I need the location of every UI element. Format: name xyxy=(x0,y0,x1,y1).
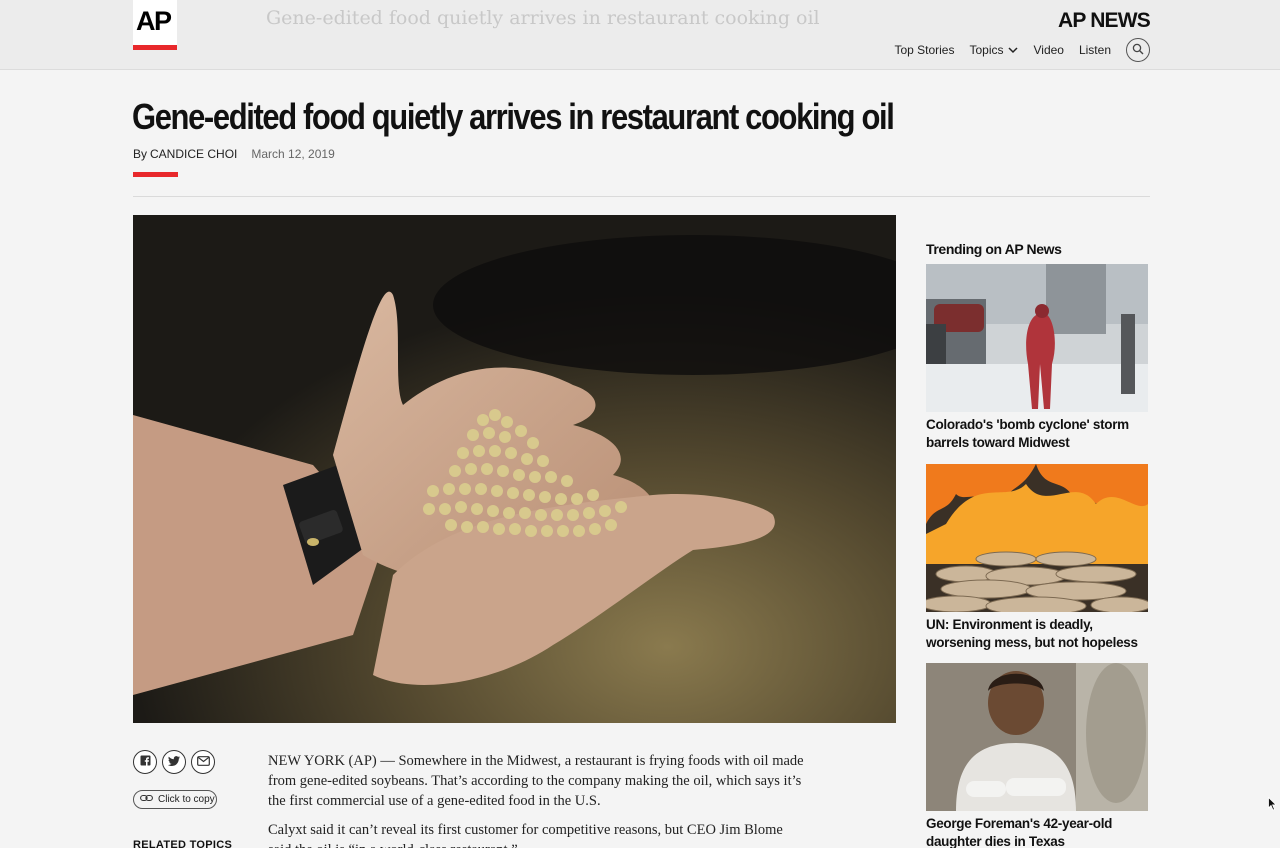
nav-topics[interactable]: Topics xyxy=(969,43,1019,57)
site-header: AP Gene-edited food quietly arrives in r… xyxy=(0,0,1280,70)
trending-caption[interactable]: George Foreman's 42-year-old daughter di… xyxy=(926,815,1148,848)
ap-logo-text: AP xyxy=(136,6,172,36)
article-paragraph: Calyxt said it can’t reveal its first cu… xyxy=(268,822,783,848)
ap-logo[interactable]: AP xyxy=(133,0,177,50)
trending-heading: Trending on AP News xyxy=(926,241,1062,257)
trending-card[interactable]: George Foreman's 42-year-old daughter di… xyxy=(926,663,1148,848)
trending-card[interactable]: Colorado's 'bomb cyclone' storm barrels … xyxy=(926,264,1148,452)
search-icon xyxy=(1132,43,1144,58)
copy-link-button[interactable]: Click to copy xyxy=(133,790,217,809)
author-name[interactable]: CANDICE CHOI xyxy=(150,147,237,161)
chevron-down-icon xyxy=(1008,45,1019,57)
share-twitter-button[interactable] xyxy=(162,750,186,774)
ap-logo-bar xyxy=(133,45,177,50)
scrolled-article-title: Gene-edited food quietly arrives in rest… xyxy=(266,7,820,29)
copy-link-label: Click to copy xyxy=(158,794,215,805)
facebook-icon xyxy=(140,753,151,771)
byline: By CANDICE CHOI March 12, 2019 xyxy=(133,147,335,161)
ap-news-brand[interactable]: AP NEWS xyxy=(1058,9,1151,33)
hero-photo-soybeans[interactable] xyxy=(133,215,896,723)
email-icon xyxy=(196,753,210,771)
trending-thumbnail-snowstorm[interactable] xyxy=(926,264,1148,412)
main-nav: Top Stories Topics Video Listen xyxy=(894,38,1150,62)
headline-accent-rule xyxy=(133,172,178,177)
link-icon xyxy=(140,794,153,805)
trending-caption[interactable]: UN: Environment is deadly, worsening mes… xyxy=(926,616,1148,652)
trending-thumbnail-fire[interactable] xyxy=(926,464,1148,612)
share-email-button[interactable] xyxy=(191,750,215,774)
article-headline: Gene-edited food quietly arrives in rest… xyxy=(132,96,895,137)
mouse-cursor-icon xyxy=(1268,796,1277,816)
nav-listen[interactable]: Listen xyxy=(1079,43,1111,57)
trending-card[interactable]: UN: Environment is deadly, worsening mes… xyxy=(926,464,1148,652)
share-facebook-button[interactable] xyxy=(133,750,157,774)
hero-photo-illustration xyxy=(133,215,896,723)
share-buttons xyxy=(133,750,215,774)
trending-thumbnail-boxer[interactable] xyxy=(926,663,1148,811)
nav-topics-label: Topics xyxy=(969,43,1004,57)
related-topics-heading: RELATED TOPICS xyxy=(133,839,233,848)
byline-prefix: By xyxy=(133,147,148,161)
publish-date: March 12, 2019 xyxy=(251,147,335,161)
twitter-bird-icon xyxy=(168,753,180,771)
trending-caption[interactable]: Colorado's 'bomb cyclone' storm barrels … xyxy=(926,416,1148,452)
article-paragraph: NEW YORK (AP) — Somewhere in the Midwest… xyxy=(268,753,804,809)
nav-video[interactable]: Video xyxy=(1033,43,1063,57)
search-button[interactable] xyxy=(1126,38,1150,62)
nav-top-stories[interactable]: Top Stories xyxy=(894,43,954,57)
article-body: NEW YORK (AP) — Somewhere in the Midwest… xyxy=(268,751,808,848)
header-divider xyxy=(133,196,1150,197)
